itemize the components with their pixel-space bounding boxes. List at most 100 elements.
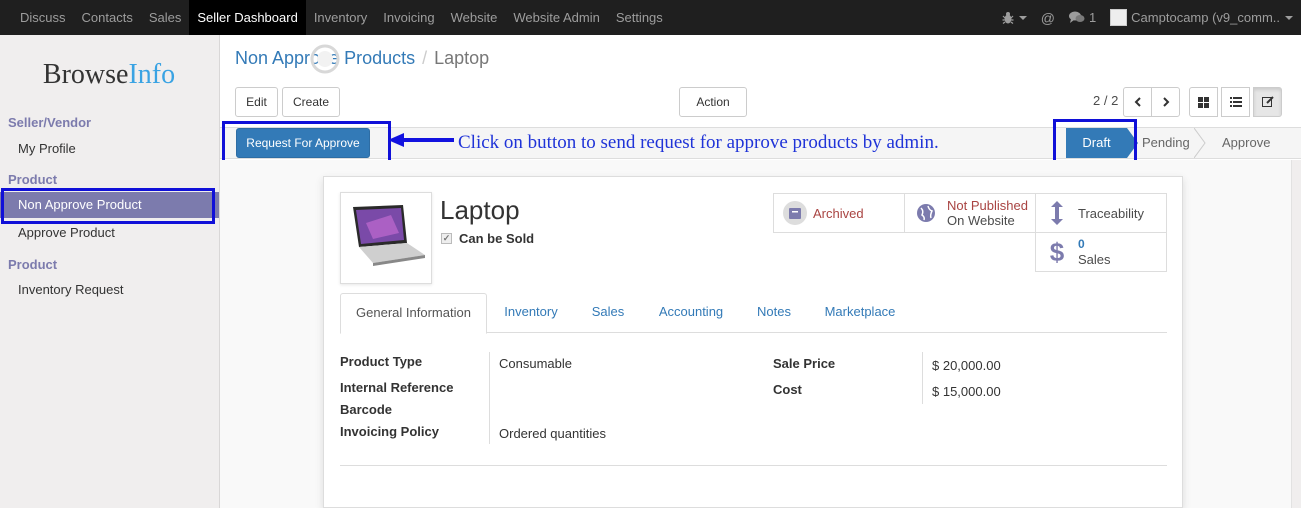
on-website-label: On Website <box>947 213 1015 228</box>
annotation-highlight-sidebar <box>1 188 215 224</box>
edit-button[interactable]: Edit <box>235 87 278 117</box>
breadcrumb: Non Approve Products / Laptop <box>235 48 489 69</box>
menu-discuss[interactable]: Discuss <box>12 0 74 35</box>
app-menu: Discuss Contacts Sales Seller Dashboard … <box>12 0 671 35</box>
top-navbar: Discuss Contacts Sales Seller Dashboard … <box>0 0 1301 35</box>
sale-price-label: Sale Price <box>773 356 836 371</box>
action-dropdown[interactable]: Action <box>679 87 747 134</box>
user-menu[interactable]: Camptocamp (v9_comm.. <box>1110 9 1293 26</box>
menu-settings[interactable]: Settings <box>608 0 671 35</box>
not-published-label: Not Published <box>947 198 1028 213</box>
sidebar: BrowseInfo Seller/Vendor My Profile Prod… <box>0 35 220 508</box>
comments-icon <box>1068 11 1085 23</box>
kanban-icon <box>1198 96 1209 108</box>
breadcrumb-separator: / <box>422 48 428 68</box>
can-be-sold-label: Can be Sold <box>459 231 535 246</box>
form-view-button[interactable] <box>1253 87 1282 117</box>
chevron-right-icon <box>1162 97 1169 107</box>
dollar-icon: $ <box>1049 236 1065 267</box>
tab-accounting[interactable]: Accounting <box>645 293 737 333</box>
form-sheet: Laptop ✓ Can be Sold Archived Not Publis… <box>323 176 1183 508</box>
sales-stat: 0 Sales <box>1078 237 1111 267</box>
archived-button[interactable]: Archived <box>773 193 905 233</box>
archive-icon <box>780 200 810 226</box>
bug-icon <box>1002 12 1014 24</box>
main-content: Non Approve Products / Laptop Edit Create … <box>220 35 1301 508</box>
systray: @ 1 Camptocamp (v9_comm.. <box>988 0 1293 35</box>
publish-status: Not Published On Website <box>947 198 1028 228</box>
messages-count: 1 <box>1088 10 1097 25</box>
sales-count: 0 <box>1078 237 1085 251</box>
stage-pending[interactable]: Pending <box>1142 128 1202 158</box>
chevron-left-icon <box>1134 97 1141 107</box>
at-icon[interactable]: @ <box>1041 10 1055 26</box>
sales-label: Sales <box>1078 252 1111 267</box>
loading-spinner-icon <box>310 44 340 74</box>
create-button[interactable]: Create <box>282 87 340 117</box>
cost-value[interactable]: $ 15,000.00 <box>932 384 1001 399</box>
tab-inventory[interactable]: Inventory <box>492 293 570 333</box>
stage-divider-icon <box>1194 128 1206 158</box>
list-icon <box>1229 97 1242 107</box>
field-divider <box>922 352 923 404</box>
menu-contacts[interactable]: Contacts <box>74 0 141 35</box>
pager-previous-button[interactable] <box>1123 87 1152 117</box>
action-label: Action <box>696 95 730 109</box>
tab-notes[interactable]: Notes <box>742 293 806 333</box>
publish-button[interactable]: Not Published On Website <box>904 193 1036 233</box>
sort-arrows-icon <box>1042 201 1072 225</box>
sales-stat-button[interactable]: $ 0 Sales <box>1035 232 1167 272</box>
notebook-tabs: General Information Inventory Sales Acco… <box>340 293 1167 334</box>
user-name: Camptocamp (v9_comm.. <box>1131 10 1280 25</box>
product-name: Laptop <box>440 195 520 225</box>
browseinfo-logo: BrowseInfo <box>42 59 176 90</box>
pager-value: 2 / 2 <box>1093 93 1119 108</box>
tab-general-information[interactable]: General Information <box>340 293 487 334</box>
scrollbar[interactable] <box>1291 160 1301 508</box>
sale-price-value[interactable]: $ 20,000.00 <box>932 358 1001 373</box>
sidebar-section-product-2: Product <box>8 257 58 272</box>
annotation-text: Click on button to send request for appr… <box>458 132 939 153</box>
sidebar-item-my-profile[interactable]: My Profile <box>0 136 219 162</box>
edit-form-icon <box>1261 96 1274 107</box>
list-view-button[interactable] <box>1221 87 1250 117</box>
internal-reference-label: Internal Reference <box>340 380 454 395</box>
sidebar-section-seller: Seller/Vendor <box>8 115 92 130</box>
cost-label: Cost <box>773 382 802 397</box>
pager-next-button[interactable] <box>1151 87 1180 117</box>
product-image[interactable] <box>340 192 432 284</box>
traceability-label: Traceability <box>1078 205 1144 221</box>
tab-marketplace[interactable]: Marketplace <box>811 293 909 333</box>
avatar <box>1110 9 1128 26</box>
archived-label: Archived <box>813 205 864 221</box>
traceability-button[interactable]: Traceability <box>1035 193 1167 233</box>
menu-website[interactable]: Website <box>443 0 506 35</box>
sidebar-item-inventory-request[interactable]: Inventory Request <box>0 277 219 303</box>
can-be-sold-field: ✓ Can be Sold <box>441 231 534 246</box>
debug-menu[interactable] <box>1002 11 1027 24</box>
menu-website-admin[interactable]: Website Admin <box>505 0 607 35</box>
sidebar-section-product: Product <box>8 172 58 187</box>
messages-menu[interactable]: 1 <box>1068 10 1097 25</box>
product-type-value[interactable]: Consumable <box>499 356 572 371</box>
field-divider <box>489 352 490 444</box>
stage-approve[interactable]: Approve <box>1222 128 1282 158</box>
barcode-label: Barcode <box>340 402 393 417</box>
invoicing-policy-value[interactable]: Ordered quantities <box>499 426 606 441</box>
annotation-arrow-icon <box>388 133 454 147</box>
menu-inventory[interactable]: Inventory <box>306 0 375 35</box>
chevron-down-icon <box>1018 15 1027 20</box>
breadcrumb-current: Laptop <box>434 48 490 68</box>
menu-invoicing[interactable]: Invoicing <box>375 0 442 35</box>
form-separator <box>340 465 1167 466</box>
kanban-view-button[interactable] <box>1189 87 1218 117</box>
menu-sales[interactable]: Sales <box>141 0 190 35</box>
invoicing-policy-label: Invoicing Policy <box>340 424 439 439</box>
tab-sales[interactable]: Sales <box>577 293 639 333</box>
chevron-down-icon <box>1285 15 1293 20</box>
globe-icon <box>911 203 941 223</box>
product-type-label: Product Type <box>340 354 423 369</box>
laptop-image-icon <box>353 205 425 266</box>
can-be-sold-checkbox[interactable]: ✓ <box>441 233 452 244</box>
menu-seller-dashboard[interactable]: Seller Dashboard <box>189 0 306 35</box>
